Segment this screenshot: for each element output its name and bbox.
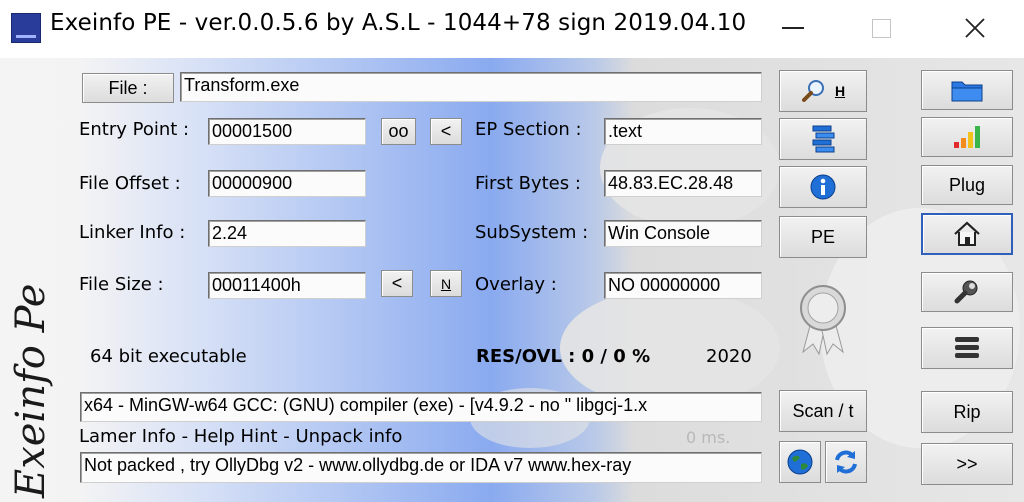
globe-icon	[787, 449, 813, 475]
rip-button[interactable]: Rip	[921, 391, 1013, 433]
file-size-label: File Size :	[79, 274, 164, 295]
close-button[interactable]	[940, 0, 1010, 56]
home-button[interactable]	[921, 213, 1013, 255]
unpack-info-field[interactable]: Not packed , try OllyDbg v2 - www.ollydb…	[80, 452, 762, 483]
overlay-field[interactable]: NO 00000000	[604, 272, 762, 299]
file-size-field[interactable]: 00011400h	[208, 272, 366, 299]
statistics-button[interactable]	[921, 117, 1013, 157]
entry-point-label: Entry Point :	[79, 119, 190, 140]
stack-icon	[812, 125, 835, 153]
folder-icon	[951, 81, 983, 102]
file-offset-field[interactable]: 00000900	[208, 170, 366, 197]
info-icon	[810, 174, 836, 200]
file-path-field[interactable]: Transform.exe	[180, 72, 762, 102]
tools-button[interactable]	[921, 272, 1013, 312]
award-seal-icon	[800, 285, 846, 356]
signal-bars-icon	[954, 126, 980, 148]
linker-info-field[interactable]: 2.24	[208, 220, 366, 247]
first-bytes-label: First Bytes :	[475, 173, 581, 194]
year-text: 2020	[706, 346, 752, 367]
ep-section-label: EP Section :	[475, 119, 582, 140]
wrench-icon	[954, 280, 978, 304]
more-button[interactable]: >>	[921, 443, 1013, 485]
section-list-button[interactable]	[779, 118, 867, 160]
subsystem-label: SubSystem :	[475, 222, 589, 243]
home-icon	[954, 221, 980, 246]
first-bytes-field[interactable]: 48.83.EC.28.48	[604, 170, 762, 197]
title-bar: Exeinfo PE - ver.0.0.5.6 by A.S.L - 1044…	[0, 0, 1024, 58]
refresh-button[interactable]	[825, 441, 867, 483]
file-size-lt-button[interactable]: <	[381, 270, 413, 297]
close-icon	[965, 18, 985, 38]
web-button[interactable]	[779, 441, 821, 483]
subsystem-field[interactable]: Win Console	[604, 220, 762, 247]
plug-button[interactable]: Plug	[921, 165, 1013, 205]
exeinfo-logo: Exeinfo Pe	[8, 284, 54, 499]
window-title: Exeinfo PE - ver.0.0.5.6 by A.S.L - 1044…	[50, 10, 747, 36]
maximize-button[interactable]	[846, 0, 916, 56]
timing-text: 0 ms.	[686, 428, 731, 447]
file-size-n-button[interactable]: N	[430, 270, 462, 297]
res-ovl-text: RES/OVL : 0 / 0 %	[476, 346, 651, 367]
overlay-label: Overlay :	[475, 274, 557, 295]
bitness-text: 64 bit executable	[90, 346, 247, 367]
magnifier-icon	[801, 80, 824, 102]
list-icon	[955, 337, 979, 358]
detection-result-field[interactable]: x64 - MinGW-w64 GCC: (GNU) compiler (exe…	[80, 392, 762, 422]
minimize-button[interactable]	[758, 0, 828, 56]
minimize-icon	[782, 27, 804, 29]
linker-info-label: Linker Info :	[79, 222, 186, 243]
entry-point-lt-button[interactable]: <	[430, 118, 462, 145]
scan-button[interactable]: Scan / t	[779, 390, 867, 432]
app-icon	[11, 13, 41, 43]
oo-button[interactable]: oo	[381, 118, 416, 145]
search-h-button[interactable]: H	[779, 70, 867, 112]
menu-button[interactable]	[921, 327, 1013, 369]
hint-links[interactable]: Lamer Info - Help Hint - Unpack info	[79, 426, 402, 447]
info-button[interactable]	[779, 166, 867, 208]
svg-text:Exeinfo Pe: Exeinfo Pe	[8, 284, 54, 499]
open-folder-button[interactable]	[921, 70, 1013, 110]
pe-button[interactable]: PE	[779, 216, 867, 258]
file-button[interactable]: File :	[82, 73, 174, 103]
entry-point-field[interactable]: 00001500	[208, 118, 366, 145]
maximize-icon	[871, 18, 891, 38]
refresh-icon	[835, 450, 857, 474]
ep-section-field[interactable]: .text	[604, 118, 762, 145]
file-offset-label: File Offset :	[79, 173, 181, 194]
